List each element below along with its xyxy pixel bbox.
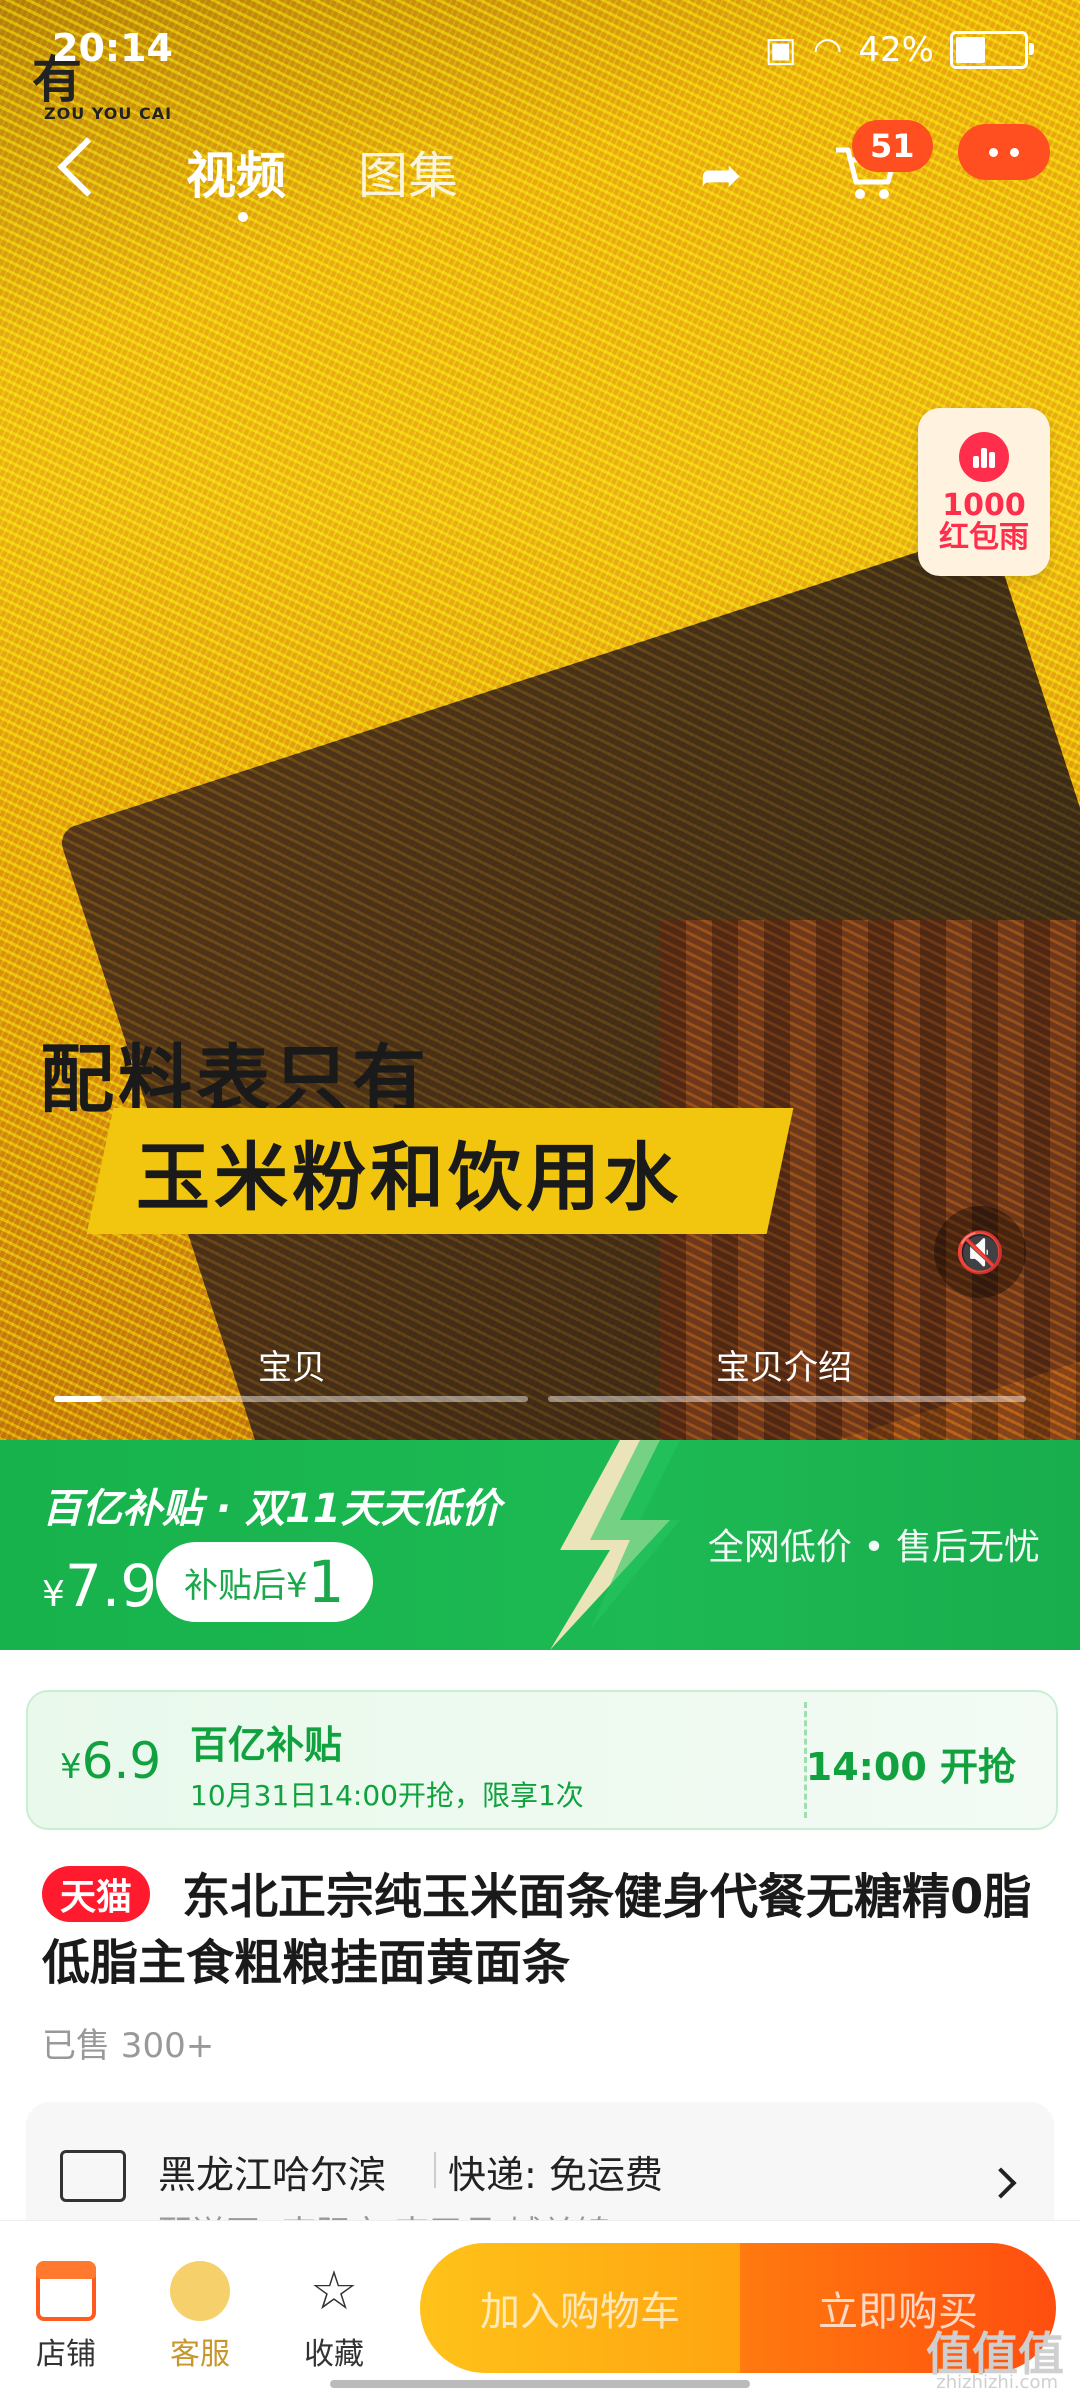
shop-button[interactable]: 店铺	[16, 2261, 116, 2373]
coupon-start-time: 14:00 开抢	[805, 1745, 1016, 1789]
back-icon[interactable]	[57, 137, 117, 197]
coupon-card[interactable]: ¥6.9 百亿补贴 10月31日14:00开抢，限享1次 14:00 开抢	[26, 1690, 1058, 1830]
overlay-line-2: 玉米粉和饮用水	[136, 1135, 682, 1221]
coupon-subtitle: 10月31日14:00开抢，限享1次	[190, 1779, 584, 1812]
currency-symbol: ¥	[42, 1574, 65, 1615]
lightning-icon	[550, 1440, 680, 1650]
shop-icon	[36, 2261, 96, 2321]
favorite-label: 收藏	[304, 2337, 364, 2372]
customer-service-icon	[170, 2261, 230, 2321]
coupon-title: 百亿补贴	[190, 1723, 343, 1767]
cart-count-badge: 51	[852, 120, 933, 172]
tab-gallery[interactable]: 图集	[358, 136, 458, 208]
segment-progress-track	[54, 1396, 528, 1402]
segment-progress-track-2	[548, 1396, 1026, 1402]
more-dot-icon	[1010, 147, 1019, 157]
sold-count: 已售 300+	[42, 2026, 215, 2066]
segment-item[interactable]: 宝贝	[258, 1340, 326, 1389]
tab-active-dot	[238, 212, 248, 222]
mute-button[interactable]: 🔇	[934, 1206, 1026, 1298]
chart-bars-icon	[959, 432, 1009, 482]
subsidy-title: 百亿补贴 · 双11天天低价	[42, 1486, 501, 1532]
tmall-badge: 天猫	[42, 1866, 151, 1922]
more-menu-button[interactable]	[958, 124, 1050, 180]
red-envelope-rain[interactable]: 1000 红包雨	[918, 408, 1050, 576]
add-to-cart-button[interactable]: 加入购物车	[420, 2243, 740, 2373]
wifi-icon: ◠	[812, 30, 843, 70]
coupon-price: ¥6.9	[60, 1732, 161, 1790]
subsidy-price: ¥7.9	[42, 1552, 157, 1620]
product-title: 东北正宗纯玉米面条健身代餐无糖精0脂低脂主食粗粮挂面黄面条	[42, 1869, 1032, 1991]
truck-icon	[60, 2150, 126, 2202]
home-indicator[interactable]	[330, 2380, 750, 2388]
battery-percent: 42%	[858, 30, 934, 70]
after-subsidy-value: 1	[307, 1548, 345, 1616]
favorite-button[interactable]: ☆ 收藏	[284, 2261, 384, 2373]
segment-item-intro[interactable]: 宝贝介绍	[716, 1340, 852, 1389]
ship-from-location: 黑龙江哈尔滨	[158, 2153, 387, 2197]
more-dot-icon	[989, 147, 998, 157]
customer-service-button[interactable]: 客服	[150, 2261, 250, 2373]
shipping-separator	[434, 2152, 436, 2188]
service-label: 客服	[170, 2337, 230, 2372]
status-time: 20:14	[52, 26, 173, 70]
after-subsidy-label: 补贴后¥	[184, 1565, 308, 1606]
watermark-url: zhizhizhi.com	[936, 2372, 1058, 2393]
bottom-action-bar: 店铺 客服 ☆ 收藏 加入购物车 立即购买	[0, 2220, 1080, 2401]
shop-label: 店铺	[36, 2337, 96, 2372]
subsidy-slogan: 全网低价 • 售后无忧	[707, 1527, 1040, 1568]
battery-icon	[950, 31, 1034, 69]
coupon-currency: ¥	[60, 1747, 82, 1787]
red-rain-count: 1000	[942, 488, 1026, 523]
segment-progress-fill	[54, 1396, 102, 1402]
star-icon: ☆	[309, 2259, 359, 2322]
express-fee: 快递: 免运费	[448, 2153, 663, 2197]
chevron-right-icon	[985, 2167, 1017, 2199]
coupon-price-value: 6.9	[81, 1732, 162, 1790]
after-subsidy-pill: 补贴后¥ 1	[156, 1542, 373, 1622]
status-icons: ▣ ◠ 42%	[764, 30, 1034, 70]
status-bar: 20:14 ▣ ◠ 42%	[0, 0, 1080, 100]
tab-video[interactable]: 视频	[186, 136, 286, 208]
red-rain-label: 红包雨	[939, 520, 1029, 555]
sim-icon: ▣	[764, 30, 797, 70]
top-nav: 视频 图集 ➦ 51	[0, 120, 1080, 230]
price-value: 7.9	[64, 1552, 158, 1620]
share-icon[interactable]: ➦	[700, 146, 742, 204]
speaker-muted-icon: 🔇	[955, 1229, 1005, 1276]
